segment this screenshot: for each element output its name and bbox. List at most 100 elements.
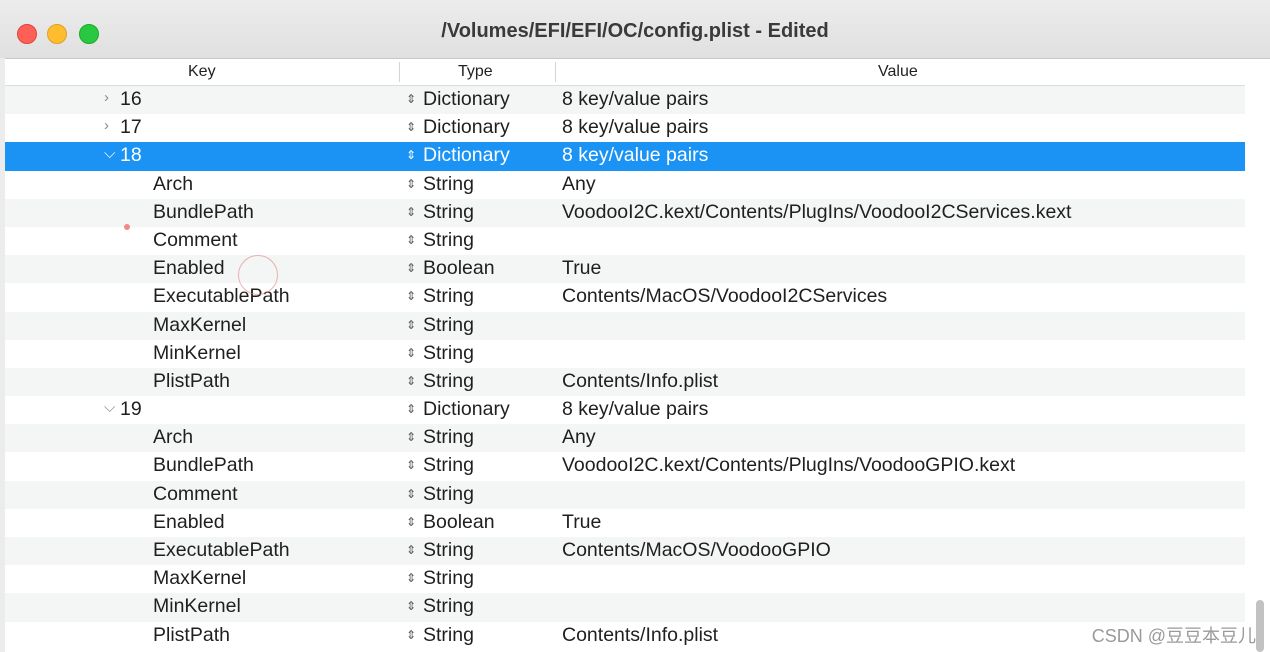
table-row[interactable]: MaxKernel ⇕ String — [5, 311, 1245, 340]
row-type[interactable]: String — [423, 314, 474, 337]
table-row[interactable]: ExecutablePath ⇕ String Contents/MacOS/Vood… — [5, 283, 1245, 311]
updown-arrows-icon[interactable]: ⇕ — [406, 430, 416, 444]
row-value[interactable]: Any — [562, 426, 596, 449]
updown-arrows-icon[interactable]: ⇕ — [406, 515, 416, 529]
row-type[interactable]: Dictionary — [423, 88, 510, 111]
row-type[interactable]: String — [423, 454, 474, 477]
row-type[interactable]: Boolean — [423, 257, 495, 280]
updown-arrows-icon[interactable]: ⇕ — [406, 402, 416, 416]
column-divider[interactable] — [555, 62, 556, 82]
row-key[interactable]: Enabled — [153, 257, 225, 280]
row-value[interactable]: Contents/Info.plist — [562, 624, 718, 647]
table-row[interactable]: Enabled ⇕ Boolean True — [5, 255, 1245, 284]
updown-arrows-icon[interactable]: ⇕ — [406, 205, 416, 219]
row-key[interactable]: ExecutablePath — [153, 539, 290, 562]
row-type[interactable]: String — [423, 173, 474, 196]
updown-arrows-icon[interactable]: ⇕ — [406, 177, 416, 191]
row-type[interactable]: String — [423, 483, 474, 506]
row-type[interactable]: String — [423, 426, 474, 449]
updown-arrows-icon[interactable]: ⇕ — [406, 458, 416, 472]
updown-arrows-icon[interactable]: ⇕ — [406, 628, 416, 642]
row-type[interactable]: String — [423, 370, 474, 393]
row-type[interactable]: Dictionary — [423, 144, 510, 167]
row-key[interactable]: BundlePath — [153, 201, 254, 224]
row-key[interactable]: PlistPath — [153, 370, 230, 393]
row-value[interactable]: 8 key/value pairs — [562, 144, 708, 167]
table-row[interactable]: Enabled ⇕ Boolean True — [5, 509, 1245, 537]
updown-arrows-icon[interactable]: ⇕ — [406, 289, 416, 303]
chevron-right-icon[interactable]: › — [104, 117, 109, 134]
row-key[interactable]: Arch — [153, 426, 193, 449]
updown-arrows-icon[interactable]: ⇕ — [406, 120, 416, 134]
updown-arrows-icon[interactable]: ⇕ — [406, 261, 416, 275]
row-type[interactable]: String — [423, 624, 474, 647]
column-divider[interactable] — [399, 62, 400, 82]
row-value[interactable]: 8 key/value pairs — [562, 88, 708, 111]
column-header-value[interactable]: Value — [878, 63, 918, 81]
row-value[interactable]: Any — [562, 173, 596, 196]
updown-arrows-icon[interactable]: ⇕ — [406, 543, 416, 557]
row-key[interactable]: Comment — [153, 229, 238, 252]
row-value[interactable]: Contents/MacOS/VoodooI2CServices — [562, 285, 887, 308]
row-key[interactable]: 17 — [120, 116, 142, 139]
row-key[interactable]: Comment — [153, 483, 238, 506]
table-row[interactable]: MinKernel ⇕ String — [5, 593, 1245, 622]
table-row[interactable]: ⌵ 18 ⇕ Dictionary 8 key/value pairs — [5, 142, 1245, 171]
table-row[interactable]: ⌵ 19 ⇕ Dictionary 8 key/value pairs — [5, 396, 1245, 424]
table-row[interactable]: Arch ⇕ String Any — [5, 424, 1245, 453]
plist-outline-view[interactable]: › 16 ⇕ Dictionary 8 key/value pairs › 17 ⇕ Dicti… — [5, 86, 1245, 650]
row-value[interactable]: True — [562, 511, 601, 534]
updown-arrows-icon[interactable]: ⇕ — [406, 487, 416, 501]
table-row[interactable]: › 16 ⇕ Dictionary 8 key/value pairs — [5, 86, 1245, 115]
row-key[interactable]: Arch — [153, 173, 193, 196]
column-header-key[interactable]: Key — [188, 63, 216, 81]
row-value[interactable]: VoodooI2C.kext/Contents/PlugIns/VoodooGP… — [562, 454, 1015, 477]
updown-arrows-icon[interactable]: ⇕ — [406, 571, 416, 585]
vertical-scrollbar[interactable] — [1256, 600, 1264, 652]
chevron-right-icon[interactable]: › — [104, 89, 109, 106]
row-type[interactable]: String — [423, 567, 474, 590]
table-row[interactable]: Comment ⇕ String — [5, 227, 1245, 255]
row-type[interactable]: String — [423, 539, 474, 562]
table-row[interactable]: BundlePath ⇕ String VoodooI2C.kext/Contents… — [5, 452, 1245, 480]
table-row[interactable]: BundlePath ⇕ String VoodooI2C.kext/Contents… — [5, 198, 1245, 227]
row-value[interactable]: 8 key/value pairs — [562, 116, 708, 139]
row-type[interactable]: String — [423, 342, 474, 365]
updown-arrows-icon[interactable]: ⇕ — [406, 148, 416, 162]
table-row[interactable]: PlistPath ⇕ String Contents/Info.plist — [5, 622, 1245, 650]
updown-arrows-icon[interactable]: ⇕ — [406, 233, 416, 247]
row-value[interactable]: VoodooI2C.kext/Contents/PlugIns/VoodooI2… — [562, 201, 1071, 224]
row-type[interactable]: Boolean — [423, 511, 495, 534]
table-row[interactable]: Arch ⇕ String Any — [5, 171, 1245, 199]
table-row[interactable]: PlistPath ⇕ String Contents/Info.plist — [5, 367, 1245, 397]
table-row[interactable]: MinKernel ⇕ String — [5, 340, 1245, 368]
row-key[interactable]: Enabled — [153, 511, 225, 534]
row-key[interactable]: MinKernel — [153, 342, 241, 365]
updown-arrows-icon[interactable]: ⇕ — [406, 318, 416, 332]
row-value[interactable]: 8 key/value pairs — [562, 398, 708, 421]
updown-arrows-icon[interactable]: ⇕ — [406, 374, 416, 388]
updown-arrows-icon[interactable]: ⇕ — [406, 599, 416, 613]
row-key[interactable]: 18 — [120, 144, 142, 167]
row-value[interactable]: Contents/Info.plist — [562, 370, 718, 393]
row-type[interactable]: String — [423, 595, 474, 618]
row-type[interactable]: Dictionary — [423, 398, 510, 421]
row-key[interactable]: BundlePath — [153, 454, 254, 477]
row-type[interactable]: String — [423, 201, 474, 224]
updown-arrows-icon[interactable]: ⇕ — [406, 346, 416, 360]
row-type[interactable]: String — [423, 285, 474, 308]
table-row[interactable]: ExecutablePath ⇕ String Contents/MacOS/Vood… — [5, 537, 1245, 566]
table-row[interactable]: › 17 ⇕ Dictionary 8 key/value pairs — [5, 114, 1245, 142]
chevron-down-icon[interactable]: ⌵ — [104, 399, 115, 416]
row-key[interactable]: MaxKernel — [153, 314, 246, 337]
row-key[interactable]: 16 — [120, 88, 142, 111]
row-type[interactable]: String — [423, 229, 474, 252]
row-type[interactable]: Dictionary — [423, 116, 510, 139]
row-value[interactable]: True — [562, 257, 601, 280]
table-row[interactable]: Comment ⇕ String — [5, 480, 1245, 509]
row-key[interactable]: MinKernel — [153, 595, 241, 618]
row-key[interactable]: 19 — [120, 398, 142, 421]
row-key[interactable]: MaxKernel — [153, 567, 246, 590]
table-row[interactable]: MaxKernel ⇕ String — [5, 565, 1245, 593]
column-header-type[interactable]: Type — [458, 63, 493, 81]
